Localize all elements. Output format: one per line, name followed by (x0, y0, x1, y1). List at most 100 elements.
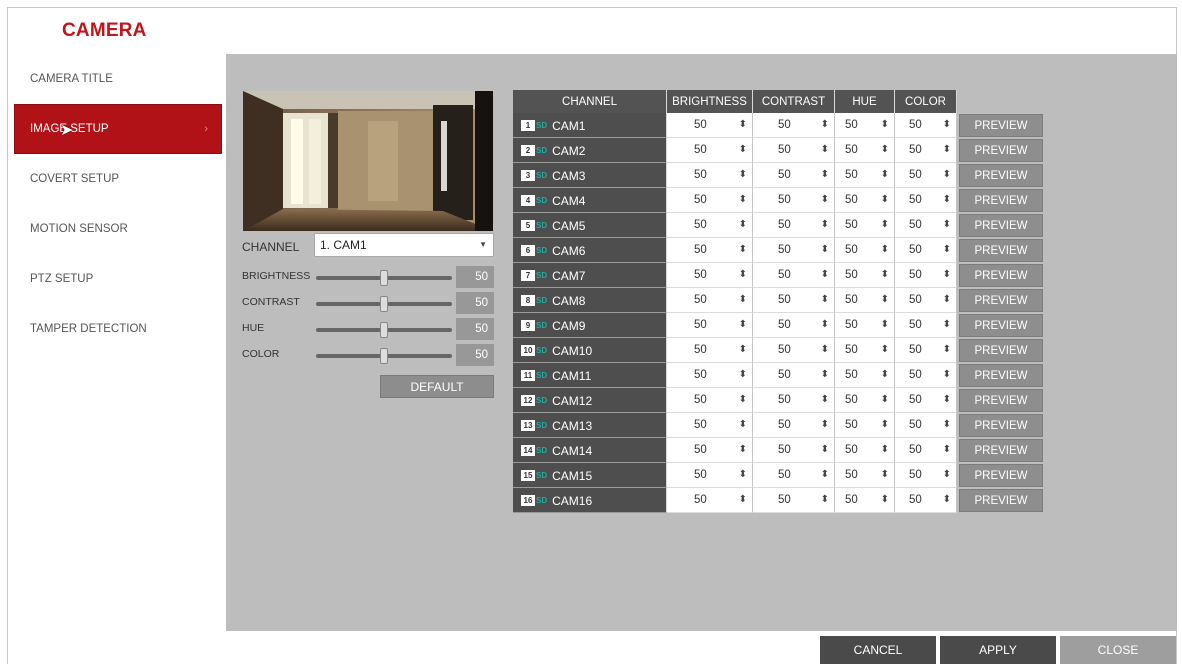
spinner-arrows-icon[interactable]: ⬍ (881, 169, 889, 180)
preview-button[interactable]: PREVIEW (959, 289, 1043, 312)
sidebar-item-camera-title[interactable]: CAMERA TITLE (14, 54, 222, 104)
slider-track[interactable] (316, 348, 452, 364)
spinner-arrows-icon[interactable]: ⬍ (739, 469, 747, 480)
spinner-arrows-icon[interactable]: ⬍ (821, 219, 829, 230)
spinner-arrows-icon[interactable]: ⬍ (739, 269, 747, 280)
spinner-arrows-icon[interactable]: ⬍ (881, 444, 889, 455)
spinner-arrows-icon[interactable]: ⬍ (821, 294, 829, 305)
hue-spinner[interactable]: 50 ⬍ (835, 363, 895, 388)
color-spinner[interactable]: 50 ⬍ (895, 213, 957, 238)
default-button[interactable]: DEFAULT (380, 375, 494, 398)
preview-button[interactable]: PREVIEW (959, 264, 1043, 287)
hue-spinner[interactable]: 50 ⬍ (835, 413, 895, 438)
hue-spinner[interactable]: 50 ⬍ (835, 188, 895, 213)
spinner-arrows-icon[interactable]: ⬍ (821, 419, 829, 430)
spinner-arrows-icon[interactable]: ⬍ (821, 494, 829, 505)
brightness-spinner[interactable]: 50 ⬍ (667, 213, 753, 238)
hue-spinner[interactable]: 50 ⬍ (835, 463, 895, 488)
spinner-arrows-icon[interactable]: ⬍ (943, 469, 951, 480)
preview-button[interactable]: PREVIEW (959, 464, 1043, 487)
hue-spinner[interactable]: 50 ⬍ (835, 138, 895, 163)
contrast-spinner[interactable]: 50 ⬍ (753, 163, 835, 188)
color-spinner[interactable]: 50 ⬍ (895, 438, 957, 463)
preview-button[interactable]: PREVIEW (959, 489, 1043, 512)
color-spinner[interactable]: 50 ⬍ (895, 363, 957, 388)
color-spinner[interactable]: 50 ⬍ (895, 338, 957, 363)
slider-thumb[interactable] (380, 296, 388, 312)
spinner-arrows-icon[interactable]: ⬍ (881, 494, 889, 505)
slider-track[interactable] (316, 270, 452, 286)
brightness-spinner[interactable]: 50 ⬍ (667, 338, 753, 363)
spinner-arrows-icon[interactable]: ⬍ (943, 269, 951, 280)
spinner-arrows-icon[interactable]: ⬍ (881, 144, 889, 155)
spinner-arrows-icon[interactable]: ⬍ (881, 219, 889, 230)
preview-button[interactable]: PREVIEW (959, 364, 1043, 387)
color-spinner[interactable]: 50 ⬍ (895, 113, 957, 138)
spinner-arrows-icon[interactable]: ⬍ (943, 319, 951, 330)
preview-button[interactable]: PREVIEW (959, 389, 1043, 412)
color-spinner[interactable]: 50 ⬍ (895, 488, 957, 513)
spinner-arrows-icon[interactable]: ⬍ (821, 444, 829, 455)
spinner-arrows-icon[interactable]: ⬍ (821, 194, 829, 205)
sidebar-item-covert-setup[interactable]: COVERT SETUP (14, 154, 222, 204)
spinner-arrows-icon[interactable]: ⬍ (821, 344, 829, 355)
brightness-spinner[interactable]: 50 ⬍ (667, 413, 753, 438)
spinner-arrows-icon[interactable]: ⬍ (943, 144, 951, 155)
spinner-arrows-icon[interactable]: ⬍ (881, 369, 889, 380)
hue-spinner[interactable]: 50 ⬍ (835, 213, 895, 238)
spinner-arrows-icon[interactable]: ⬍ (881, 119, 889, 130)
spinner-arrows-icon[interactable]: ⬍ (739, 219, 747, 230)
spinner-arrows-icon[interactable]: ⬍ (739, 119, 747, 130)
hue-spinner[interactable]: 50 ⬍ (835, 388, 895, 413)
preview-button[interactable]: PREVIEW (959, 314, 1043, 337)
brightness-spinner[interactable]: 50 ⬍ (667, 163, 753, 188)
hue-spinner[interactable]: 50 ⬍ (835, 263, 895, 288)
hue-spinner[interactable]: 50 ⬍ (835, 288, 895, 313)
color-spinner[interactable]: 50 ⬍ (895, 288, 957, 313)
contrast-spinner[interactable]: 50 ⬍ (753, 413, 835, 438)
preview-button[interactable]: PREVIEW (959, 164, 1043, 187)
brightness-spinner[interactable]: 50 ⬍ (667, 388, 753, 413)
preview-button[interactable]: PREVIEW (959, 139, 1043, 162)
hue-spinner[interactable]: 50 ⬍ (835, 438, 895, 463)
spinner-arrows-icon[interactable]: ⬍ (881, 294, 889, 305)
spinner-arrows-icon[interactable]: ⬍ (739, 294, 747, 305)
spinner-arrows-icon[interactable]: ⬍ (943, 169, 951, 180)
hue-spinner[interactable]: 50 ⬍ (835, 488, 895, 513)
sidebar-item-tamper-detection[interactable]: TAMPER DETECTION (14, 304, 222, 354)
color-spinner[interactable]: 50 ⬍ (895, 413, 957, 438)
spinner-arrows-icon[interactable]: ⬍ (943, 194, 951, 205)
hue-spinner[interactable]: 50 ⬍ (835, 113, 895, 138)
preview-button[interactable]: PREVIEW (959, 339, 1043, 362)
spinner-arrows-icon[interactable]: ⬍ (943, 294, 951, 305)
sidebar-item-image-setup[interactable]: IMAGE SETUP › ➤ (14, 104, 222, 154)
brightness-spinner[interactable]: 50 ⬍ (667, 463, 753, 488)
hue-spinner[interactable]: 50 ⬍ (835, 238, 895, 263)
sidebar-item-motion-sensor[interactable]: MOTION SENSOR (14, 204, 222, 254)
contrast-spinner[interactable]: 50 ⬍ (753, 138, 835, 163)
spinner-arrows-icon[interactable]: ⬍ (739, 144, 747, 155)
color-spinner[interactable]: 50 ⬍ (895, 313, 957, 338)
contrast-spinner[interactable]: 50 ⬍ (753, 263, 835, 288)
spinner-arrows-icon[interactable]: ⬍ (943, 444, 951, 455)
preview-button[interactable]: PREVIEW (959, 414, 1043, 437)
preview-button[interactable]: PREVIEW (959, 439, 1043, 462)
spinner-arrows-icon[interactable]: ⬍ (821, 169, 829, 180)
spinner-arrows-icon[interactable]: ⬍ (881, 344, 889, 355)
spinner-arrows-icon[interactable]: ⬍ (881, 419, 889, 430)
close-button[interactable]: CLOSE (1060, 636, 1176, 664)
brightness-spinner[interactable]: 50 ⬍ (667, 438, 753, 463)
hue-spinner[interactable]: 50 ⬍ (835, 313, 895, 338)
spinner-arrows-icon[interactable]: ⬍ (943, 344, 951, 355)
spinner-arrows-icon[interactable]: ⬍ (881, 269, 889, 280)
spinner-arrows-icon[interactable]: ⬍ (881, 469, 889, 480)
spinner-arrows-icon[interactable]: ⬍ (739, 419, 747, 430)
spinner-arrows-icon[interactable]: ⬍ (739, 169, 747, 180)
brightness-spinner[interactable]: 50 ⬍ (667, 313, 753, 338)
spinner-arrows-icon[interactable]: ⬍ (821, 369, 829, 380)
preview-button[interactable]: PREVIEW (959, 189, 1043, 212)
channel-select[interactable]: 1. CAM1 ▼ (314, 233, 494, 257)
hue-spinner[interactable]: 50 ⬍ (835, 163, 895, 188)
brightness-spinner[interactable]: 50 ⬍ (667, 113, 753, 138)
spinner-arrows-icon[interactable]: ⬍ (739, 244, 747, 255)
